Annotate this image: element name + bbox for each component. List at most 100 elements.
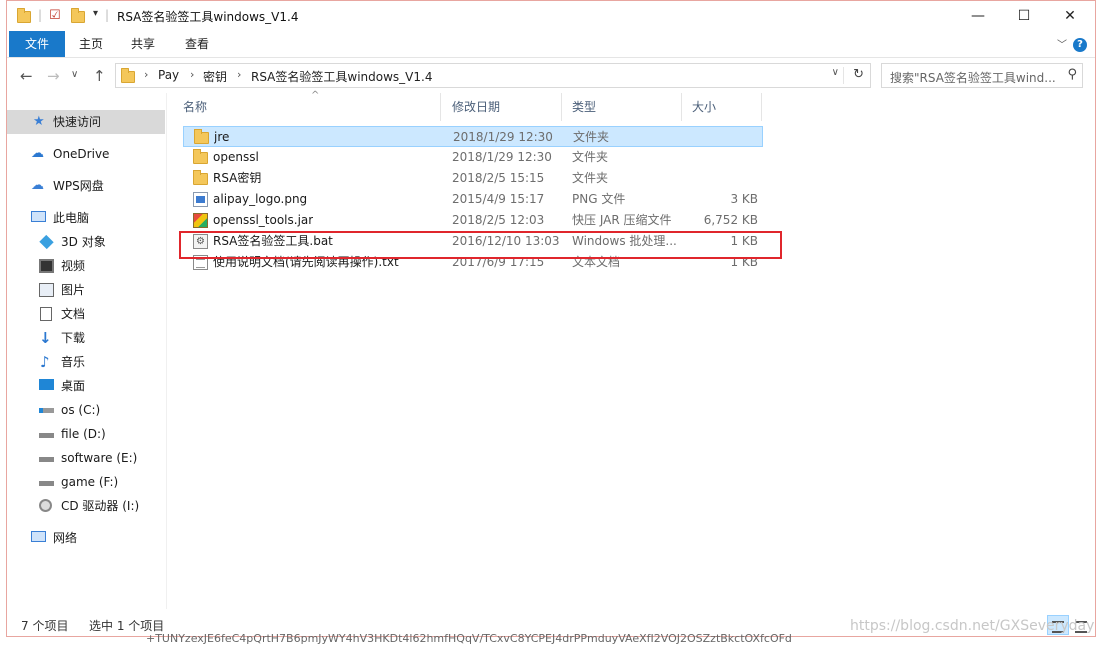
file-name: jre	[214, 130, 230, 144]
file-type: PNG 文件	[572, 192, 626, 206]
chevron-right-icon[interactable]: ›	[144, 68, 148, 81]
document-icon	[40, 307, 52, 321]
forward-arrow-icon[interactable]: →	[47, 67, 60, 85]
file-row[interactable]: alipay_logo.png 2015/4/9 15:17 PNG 文件 3 …	[183, 189, 763, 210]
background-text: +TUNYzexJE6feC4pQrtH7B6pmJyWY4hV3HKDt4l6…	[146, 632, 792, 645]
divider: |	[38, 8, 43, 22]
star-icon: ★	[33, 114, 45, 129]
file-date: 2018/1/29 12:30	[453, 130, 553, 144]
file-type: 文件夹	[572, 150, 609, 164]
back-arrow-icon[interactable]: ←	[20, 67, 33, 85]
nav-item-quick-access[interactable]: ★ 快速访问	[7, 110, 165, 134]
ribbon-tabs: 文件 主页 共享 查看 ﹀ ?	[7, 31, 1095, 58]
download-icon: ↓	[39, 329, 52, 347]
file-size: 6,752 KB	[703, 213, 758, 227]
file-date: 2018/1/29 12:30	[452, 150, 552, 164]
search-input[interactable]: 搜索"RSA签名验签工具wind... ⚲	[881, 63, 1083, 88]
search-placeholder: 搜索"RSA签名验签工具wind...	[890, 71, 1056, 85]
nav-item-pictures[interactable]: 图片	[7, 278, 165, 302]
nav-item-3d-objects[interactable]: 3D 对象	[7, 230, 165, 254]
file-size: 3 KB	[730, 192, 758, 206]
chevron-right-icon[interactable]: ›	[237, 68, 241, 81]
nav-item-network[interactable]: 网络	[7, 526, 165, 550]
new-folder-icon[interactable]	[71, 8, 85, 23]
address-row: ← → ∨ ↑ › Pay › 密钥 › RSA签名验签工具windows_V1…	[7, 58, 1095, 93]
nav-item-drive-f[interactable]: game (F:)	[7, 470, 165, 494]
cloud-icon: ☁	[31, 146, 44, 161]
file-name: openssl_tools.jar	[213, 213, 314, 227]
file-date: 2018/2/5 15:15	[452, 171, 545, 185]
file-row[interactable]: jre 2018/1/29 12:30 文件夹	[183, 126, 763, 147]
watermark: https://blog.csdn.net/GXSeveryday	[850, 618, 1095, 634]
folder-icon	[193, 170, 208, 185]
breadcrumb-item[interactable]: RSA签名验签工具windows_V1.4	[251, 68, 432, 85]
chevron-down-icon[interactable]: ▾	[93, 8, 98, 24]
file-date: 2018/2/5 12:03	[452, 213, 545, 227]
nav-item-drive-c[interactable]: os (C:)	[7, 398, 165, 422]
file-date: 2015/4/9 15:17	[452, 192, 545, 206]
column-header-name[interactable]: 名称	[173, 93, 441, 121]
computer-icon	[31, 211, 46, 222]
nav-item-drive-e[interactable]: software (E:)	[7, 446, 165, 470]
tab-view[interactable]: 查看	[177, 31, 217, 57]
search-icon[interactable]: ⚲	[1067, 67, 1077, 82]
cube-icon	[39, 234, 54, 250]
refresh-icon[interactable]: ↻	[853, 67, 864, 82]
drive-icon	[39, 481, 54, 486]
minimize-button[interactable]: —	[955, 1, 1001, 31]
nav-item-downloads[interactable]: ↓ 下载	[7, 326, 165, 350]
help-button[interactable]: ?	[1073, 38, 1087, 52]
nav-item-onedrive[interactable]: ☁ OneDrive	[7, 142, 165, 166]
nav-item-wps[interactable]: ☁ WPS网盘	[7, 174, 165, 198]
jar-file-icon	[193, 213, 208, 228]
picture-icon	[39, 283, 54, 297]
file-row[interactable]: RSA密钥 2018/2/5 15:15 文件夹	[183, 168, 763, 189]
folder-icon	[121, 68, 135, 83]
network-icon	[31, 531, 46, 542]
file-type: 文件夹	[572, 171, 609, 185]
drive-icon	[39, 433, 54, 438]
tab-share[interactable]: 共享	[123, 31, 163, 57]
nav-item-drive-d[interactable]: file (D:)	[7, 422, 165, 446]
folder-icon	[17, 8, 31, 23]
navigation-pane: ★ 快速访问 ☁ OneDrive ☁ WPS网盘 此电脑 3D 对象 视频 图…	[7, 93, 167, 609]
nav-item-music[interactable]: ♪ 音乐	[7, 350, 165, 374]
drive-os-icon	[39, 408, 54, 413]
desktop-icon	[39, 379, 54, 390]
drive-icon	[39, 457, 54, 462]
file-name: RSA密钥	[213, 171, 262, 185]
recent-chevron-icon[interactable]: ∨	[71, 69, 78, 80]
nav-item-videos[interactable]: 视频	[7, 254, 165, 278]
expand-ribbon-icon[interactable]: ﹀	[1057, 36, 1067, 51]
address-bar[interactable]: › Pay › 密钥 › RSA签名验签工具windows_V1.4 ∨ ↻	[115, 63, 871, 88]
close-button[interactable]: ✕	[1047, 1, 1093, 31]
cloud-outline-icon: ☁	[31, 178, 44, 193]
highlight-annotation	[179, 231, 782, 259]
breadcrumb-item[interactable]: Pay	[158, 68, 179, 82]
item-count: 7 个项目	[21, 619, 69, 633]
file-name: openssl	[213, 150, 259, 164]
folder-icon	[193, 149, 208, 164]
nav-item-cd-drive[interactable]: CD 驱动器 (I:)	[7, 494, 165, 518]
column-header-size[interactable]: 大小	[682, 93, 762, 121]
file-row[interactable]: openssl 2018/1/29 12:30 文件夹	[183, 147, 763, 168]
nav-item-documents[interactable]: 文档	[7, 302, 165, 326]
maximize-button[interactable]: ☐	[1001, 1, 1047, 31]
music-icon: ♪	[40, 353, 50, 371]
cd-drive-icon	[39, 499, 52, 512]
column-header-type[interactable]: 类型	[562, 93, 682, 121]
column-header-date[interactable]: 修改日期	[442, 93, 562, 121]
address-dropdown-icon[interactable]: ∨	[832, 67, 844, 84]
file-name: alipay_logo.png	[213, 192, 308, 206]
file-type: 文件夹	[573, 130, 610, 144]
window-title: RSA签名验签工具windows_V1.4	[117, 10, 299, 24]
tab-home[interactable]: 主页	[71, 31, 111, 57]
chevron-right-icon[interactable]: ›	[190, 68, 194, 81]
file-row[interactable]: openssl_tools.jar 2018/2/5 12:03 快压 JAR …	[183, 210, 763, 231]
properties-icon[interactable]: ☑	[49, 8, 61, 24]
tab-file[interactable]: 文件	[9, 31, 65, 57]
nav-item-desktop[interactable]: 桌面	[7, 374, 165, 398]
nav-item-this-pc[interactable]: 此电脑	[7, 206, 165, 230]
breadcrumb-item[interactable]: 密钥	[203, 68, 227, 85]
up-arrow-icon[interactable]: ↑	[93, 67, 106, 85]
